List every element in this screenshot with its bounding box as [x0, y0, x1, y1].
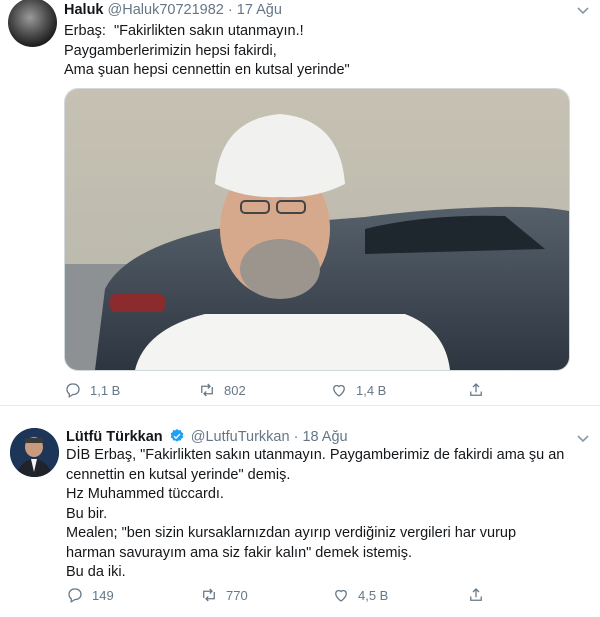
tweet-divider	[0, 405, 600, 406]
like-icon	[333, 384, 345, 397]
tweet-text-line: DİB Erbaş, "Fakirlikten sakın utanmayın.…	[66, 447, 565, 463]
tweet-haluk[interactable]: Haluk @Haluk70721982 · 17 Ağu Erbaş: "Fa…	[0, 0, 600, 406]
reply-count: 149	[92, 587, 114, 603]
like-button[interactable]: 4,5 B	[332, 586, 388, 604]
reply-icon	[66, 383, 80, 398]
retweet-button[interactable]: 802	[198, 381, 246, 399]
author-name[interactable]: Lütfü Türkkan	[66, 429, 163, 445]
reply-button[interactable]: 149	[66, 586, 114, 604]
chevron-down-icon[interactable]	[576, 434, 590, 444]
like-button[interactable]: 1,4 B	[330, 381, 386, 399]
retweet-button[interactable]: 770	[200, 586, 248, 604]
tweet-date[interactable]: 17 Ağu	[237, 2, 282, 18]
share-button[interactable]	[467, 381, 493, 399]
tweet-text-line: Bu da iki.	[66, 564, 126, 580]
retweet-count: 770	[226, 587, 248, 603]
author-handle[interactable]: @LutfuTurkkan	[191, 429, 290, 445]
retweet-count: 802	[224, 382, 246, 398]
tweet-text: Erbaş: "Fakirlikten sakın utanmayın.! Pa…	[64, 22, 584, 81]
author-handle[interactable]: @Haluk70721982	[108, 2, 224, 18]
tweet-actions: 149 770 4,5 B	[66, 586, 506, 608]
tweet-text-line: Ama şuan hepsi cennettin en kutsal yerin…	[64, 62, 350, 78]
avatar[interactable]	[10, 428, 59, 477]
tweet-text-line: Erbaş: "Fakirlikten sakın utanmayın.!	[64, 23, 304, 39]
avatar[interactable]	[8, 0, 57, 47]
share-icon	[470, 588, 482, 601]
retweet-icon	[201, 383, 213, 397]
tweet-text-line: harman savurayım ama siz fakir kalın" de…	[66, 544, 413, 561]
like-count: 1,4 B	[356, 382, 387, 398]
like-icon	[335, 589, 347, 602]
retweet-icon	[203, 588, 215, 602]
tweet-actions: 1,1 B 802 1,4 B	[64, 381, 504, 403]
tweet-header: Lütfü Türkkan @LutfuTurkkan · 18 Ağu	[66, 428, 348, 445]
tweet-text-line: Bu bir.	[66, 505, 108, 522]
share-button[interactable]	[467, 586, 493, 604]
reply-count: 1,1 B	[90, 382, 121, 398]
tweet-text-line: Hz Muhammed tüccardı.	[66, 486, 224, 502]
reply-icon	[68, 588, 82, 603]
tweet-text-line: cennettin en kutsal yerinde" demiş.	[66, 466, 291, 483]
chevron-down-icon[interactable]	[576, 6, 590, 16]
separator-dot: ·	[227, 2, 233, 18]
author-name[interactable]: Haluk	[64, 2, 104, 18]
verified-badge-icon	[170, 429, 184, 442]
like-count: 4,5 B	[358, 587, 389, 603]
reply-button[interactable]: 1,1 B	[64, 381, 120, 399]
tweet-date[interactable]: 18 Ağu	[302, 429, 347, 445]
share-icon	[470, 383, 482, 396]
tweet-lutfu-turkkan[interactable]: Lütfü Türkkan @LutfuTurkkan · 18 Ağu DİB…	[0, 418, 600, 617]
separator-dot: ·	[293, 429, 299, 445]
tweet-text-line: Mealen; "ben sizin kursaklarnızdan ayırı…	[66, 525, 517, 541]
tweet-text-line: Paygamberlerimizin hepsi fakirdi,	[64, 42, 277, 59]
tweet-header: Haluk @Haluk70721982 · 17 Ağu	[64, 2, 282, 18]
tweet-text: DİB Erbaş, "Fakirlikten sakın utanmayın.…	[66, 446, 576, 583]
tweet-image[interactable]	[64, 88, 570, 371]
